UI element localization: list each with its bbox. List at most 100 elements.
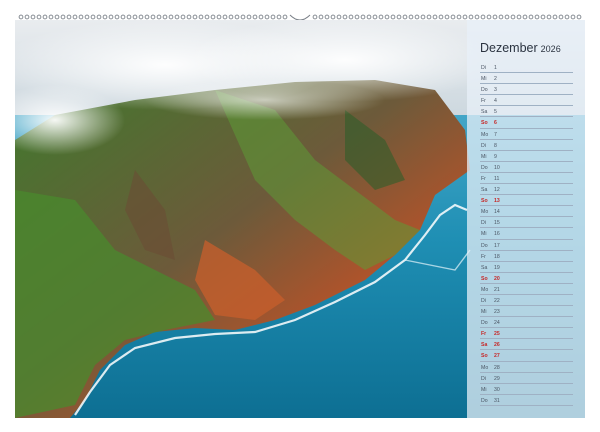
spiral-ring [18, 14, 24, 20]
weekday-label: Di [481, 220, 486, 227]
spiral-ring [510, 14, 516, 20]
spiral-ring [528, 14, 534, 20]
weekday-label: So [481, 120, 488, 127]
spiral-ring [132, 14, 138, 20]
spiral-ring [282, 14, 288, 20]
spiral-ring [390, 14, 396, 20]
spiral-ring [150, 14, 156, 20]
spiral-ring [498, 14, 504, 20]
day-number: 27 [494, 353, 500, 360]
spiral-ring [504, 14, 510, 20]
calendar-page: Dezember 2026 Di 1 Mi 2 Do 3 Fr 4 Sa 5 So 6 Mo 7 Di 8 Mi 9… [0, 0, 600, 432]
day-number: 9 [494, 153, 497, 160]
spiral-ring [462, 14, 468, 20]
weekday-label: Sa [481, 187, 488, 194]
spiral-ring [102, 14, 108, 20]
spiral-ring [492, 14, 498, 20]
day-row: Mo 14 [480, 206, 573, 218]
day-row: Mi 23 [480, 306, 573, 318]
day-row: Mo 28 [480, 362, 573, 373]
day-number: 17 [494, 242, 500, 249]
day-number: 7 [494, 131, 497, 138]
weekday-label: Mo [481, 286, 489, 293]
weekday-label: Di [481, 297, 486, 304]
day-row: Do 3 [480, 84, 573, 96]
day-number: 14 [494, 209, 500, 216]
spiral-ring [210, 14, 216, 20]
spiral-ring [204, 14, 210, 20]
weekday-label: Do [481, 242, 488, 249]
day-row: Sa 12 [480, 184, 573, 196]
day-number: 25 [494, 331, 500, 338]
day-row: Di 22 [480, 295, 573, 307]
spiral-ring [396, 14, 402, 20]
weekday-label: Mi [481, 309, 487, 316]
spiral-ring [420, 14, 426, 20]
day-number: 12 [494, 187, 500, 194]
spiral-ring [60, 14, 66, 20]
spiral-ring [84, 14, 90, 20]
spiral-ring [324, 14, 330, 20]
spiral-ring [354, 14, 360, 20]
day-row: Fr 18 [480, 251, 573, 262]
weekday-label: Mi [481, 386, 487, 393]
spiral-ring [534, 14, 540, 20]
spiral-ring [450, 14, 456, 20]
year-label: 2026 [540, 44, 561, 54]
spiral-ring [330, 14, 336, 20]
weekday-label: Sa [481, 264, 488, 271]
day-number: 31 [494, 397, 500, 404]
day-number: 20 [494, 275, 500, 282]
spiral-ring [216, 14, 222, 20]
weekday-label: Mo [481, 364, 489, 371]
spiral-ring [558, 14, 564, 20]
spiral-ring [36, 14, 42, 20]
spiral-ring [108, 14, 114, 20]
spiral-ring [372, 14, 378, 20]
month-name: Dezember [480, 41, 538, 55]
weekday-label: Sa [481, 109, 488, 116]
spiral-ring [360, 14, 366, 20]
spiral-ring [426, 14, 432, 20]
weekday-label: Do [481, 320, 488, 327]
day-row: Di 15 [480, 217, 573, 229]
day-number: 4 [494, 98, 497, 105]
day-list: Di 1 Mi 2 Do 3 Fr 4 Sa 5 So 6 Mo 7 Di 8 Mi 9 Do 10 Fr 11 Sa 12 S… [480, 62, 573, 406]
weekday-label: So [481, 198, 488, 205]
spiral-ring [126, 14, 132, 20]
spiral-ring [54, 14, 60, 20]
weekday-label: Do [481, 164, 488, 171]
spiral-ring [414, 14, 420, 20]
spiral-ring [138, 14, 144, 20]
spiral-ring [474, 14, 480, 20]
spiral-ring [186, 14, 192, 20]
day-row: Do 10 [480, 162, 573, 173]
day-row: Di 8 [480, 140, 573, 151]
spiral-ring [90, 14, 96, 20]
day-row: Fr 11 [480, 173, 573, 185]
spiral-ring [546, 14, 552, 20]
weekday-label: Do [481, 397, 488, 404]
day-number: 22 [494, 297, 500, 304]
day-number: 28 [494, 364, 500, 371]
day-number: 13 [494, 198, 500, 205]
spiral-ring [516, 14, 522, 20]
spiral-ring [564, 14, 570, 20]
day-number: 18 [494, 253, 500, 260]
spiral-ring [336, 14, 342, 20]
weekday-label: Mi [481, 231, 487, 238]
day-row: So 6 [480, 117, 573, 129]
day-row: Do 24 [480, 317, 573, 329]
day-row: Sa 26 [480, 339, 573, 351]
spiral-ring [114, 14, 120, 20]
day-row: So 20 [480, 273, 573, 284]
day-row: Mi 16 [480, 228, 573, 240]
weekday-label: Fr [481, 98, 486, 105]
spiral-ring [192, 14, 198, 20]
spiral-ring [246, 14, 252, 20]
spiral-ring [318, 14, 324, 20]
spiral-ring [66, 14, 72, 20]
weekday-label: Mo [481, 209, 489, 216]
spiral-ring [552, 14, 558, 20]
spiral-ring [24, 14, 30, 20]
